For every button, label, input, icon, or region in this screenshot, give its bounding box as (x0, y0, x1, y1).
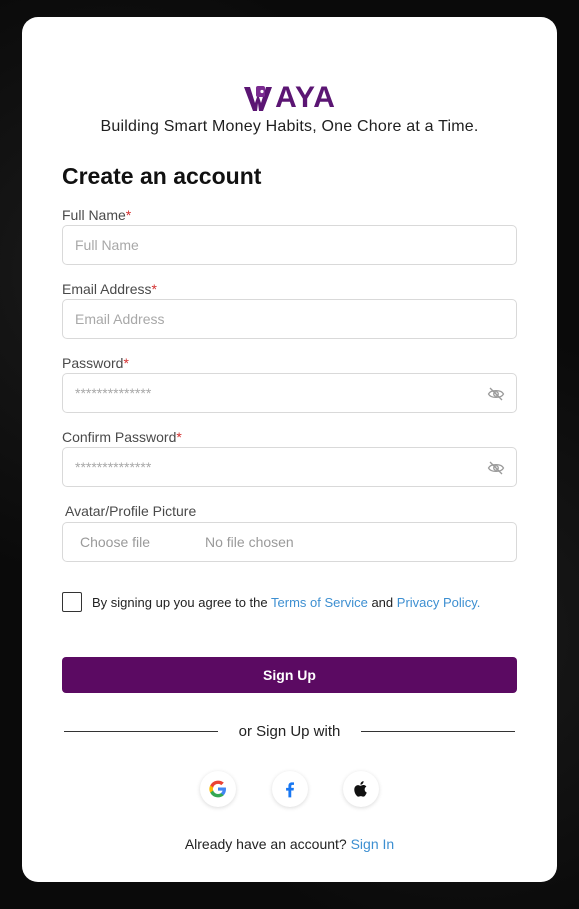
page-title: Create an account (62, 163, 262, 189)
logo-text: AYA (275, 81, 336, 114)
email-input[interactable] (63, 300, 516, 338)
full-name-field-box (62, 225, 517, 265)
eye-off-icon[interactable] (487, 459, 505, 477)
avatar-file-input[interactable]: Choose file No file chosen (62, 522, 517, 562)
tagline: Building Smart Money Habits, One Chore a… (100, 118, 479, 135)
password-field-box (62, 373, 517, 413)
full-name-label: Full Name* (62, 207, 132, 223)
terms-text: By signing up you agree to the Terms of … (92, 594, 481, 610)
divider-line-right (361, 731, 515, 732)
confirm-password-input[interactable] (63, 448, 516, 486)
google-signup-button[interactable] (200, 771, 236, 807)
password-label: Password* (62, 355, 129, 371)
password-input[interactable] (63, 374, 516, 412)
terms-of-service-link[interactable]: Terms of Service (271, 595, 368, 610)
email-label: Email Address* (62, 281, 157, 297)
confirm-password-field-box (62, 447, 517, 487)
terms-checkbox[interactable] (62, 592, 82, 612)
choose-file-button[interactable]: Choose file (80, 534, 150, 550)
required-mark: * (123, 355, 129, 371)
google-icon (209, 780, 226, 798)
required-mark: * (151, 281, 157, 297)
privacy-policy-link[interactable]: Privacy Policy. (397, 595, 481, 610)
required-mark: * (176, 429, 182, 445)
sign-up-button[interactable]: Sign Up (62, 657, 517, 693)
apple-signup-button[interactable] (343, 771, 379, 807)
terms-row: By signing up you agree to the Terms of … (62, 592, 480, 612)
sign-in-link[interactable]: Sign In (351, 836, 395, 852)
file-status-text: No file chosen (205, 534, 294, 550)
eye-off-icon[interactable] (487, 385, 505, 403)
brand-logo: AYA (22, 83, 557, 113)
signin-prompt: Already have an account? (184, 836, 347, 852)
signup-card: AYA Building Smart Money Habits, One Cho… (22, 17, 557, 882)
signin-row: Already have an account? Sign In (22, 836, 557, 852)
required-mark: * (125, 207, 132, 223)
email-field-box (62, 299, 517, 339)
facebook-signup-button[interactable] (272, 771, 308, 807)
avatar-label: Avatar/Profile Picture (65, 503, 197, 519)
facebook-icon (286, 782, 294, 798)
full-name-input[interactable] (63, 226, 516, 264)
apple-icon (354, 781, 367, 797)
confirm-password-label: Confirm Password* (62, 429, 182, 445)
logo-mark-icon (244, 86, 273, 111)
